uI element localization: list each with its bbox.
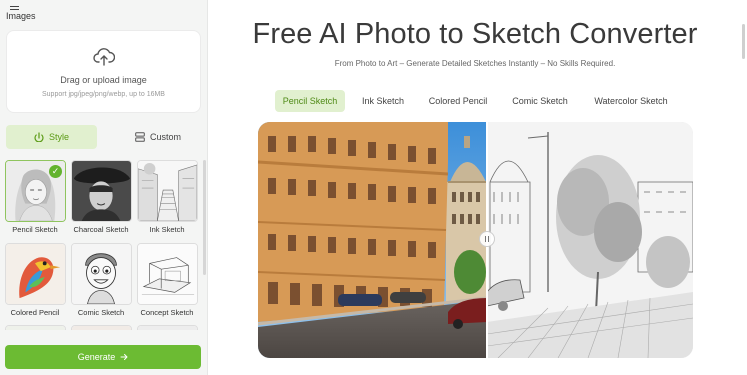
style-thumb-comic-sketch[interactable] bbox=[71, 243, 132, 305]
style-label: Charcoal Sketch bbox=[73, 225, 129, 234]
page-subtitle: From Photo to Art – Generate Detailed Sk… bbox=[334, 59, 616, 68]
tab-style-label: Style bbox=[48, 132, 69, 142]
tab-custom[interactable]: Custom bbox=[115, 125, 201, 149]
tab-custom-label: Custom bbox=[149, 132, 181, 142]
tab-style[interactable]: Style bbox=[6, 125, 97, 149]
upload-dropzone[interactable]: Drag or upload image Support jpg/jpeg/pn… bbox=[6, 30, 201, 113]
upload-title: Drag or upload image bbox=[60, 75, 147, 85]
style-thumb-ink-sketch[interactable] bbox=[137, 160, 198, 222]
concept-sketch-thumbnail bbox=[138, 244, 197, 304]
style-grid-scrollbar[interactable] bbox=[203, 160, 206, 275]
ink-sketch-thumbnail bbox=[138, 161, 197, 221]
style-thumb[interactable] bbox=[71, 325, 132, 330]
style-thumb-concept-sketch[interactable] bbox=[137, 243, 198, 305]
style-thumb[interactable] bbox=[5, 325, 66, 330]
generate-label: Generate bbox=[77, 352, 116, 362]
style-label: Comic Sketch bbox=[77, 308, 125, 317]
selected-check-icon: ✓ bbox=[49, 165, 62, 178]
style-icon bbox=[34, 132, 44, 142]
style-label: Pencil Sketch bbox=[12, 225, 58, 234]
style-label: Concept Sketch bbox=[140, 308, 194, 317]
cloud-upload-icon bbox=[93, 48, 115, 66]
comparison-slider-handle[interactable] bbox=[479, 231, 495, 247]
page-scrollbar[interactable] bbox=[742, 24, 745, 59]
tab-comic-sketch[interactable]: Comic Sketch bbox=[505, 90, 575, 112]
before-after-comparison[interactable] bbox=[258, 122, 693, 358]
upload-subtitle: Support jpg/jpeg/png/webp, up to 16MB bbox=[42, 91, 165, 98]
tab-pencil-sketch[interactable]: Pencil Sketch bbox=[275, 90, 345, 112]
tab-watercolor-sketch[interactable]: Watercolor Sketch bbox=[586, 90, 676, 112]
comparison-image bbox=[258, 122, 693, 358]
left-panel: Images Drag or upload image Support jpg/… bbox=[0, 0, 208, 375]
tab-ink-sketch[interactable]: Ink Sketch bbox=[355, 90, 411, 112]
custom-icon bbox=[135, 132, 145, 142]
comic-sketch-thumbnail bbox=[72, 244, 131, 304]
style-thumb[interactable] bbox=[137, 325, 198, 330]
arrow-right-icon bbox=[120, 354, 128, 360]
page-title: Free AI Photo to Sketch Converter bbox=[252, 18, 698, 50]
charcoal-sketch-thumbnail bbox=[72, 161, 131, 221]
style-label: Colored Pencil bbox=[10, 308, 60, 317]
images-label: Images bbox=[6, 11, 36, 21]
style-grid: ✓ Pencil Sketch Charcoal Sketch Ink Sket… bbox=[5, 160, 201, 330]
generate-button[interactable]: Generate bbox=[5, 345, 201, 369]
style-thumb-charcoal-sketch[interactable] bbox=[71, 160, 132, 222]
colored-pencil-thumbnail bbox=[6, 244, 65, 304]
style-label: Ink Sketch bbox=[149, 225, 185, 234]
tab-colored-pencil[interactable]: Colored Pencil bbox=[422, 90, 494, 112]
style-thumb-colored-pencil[interactable] bbox=[5, 243, 66, 305]
